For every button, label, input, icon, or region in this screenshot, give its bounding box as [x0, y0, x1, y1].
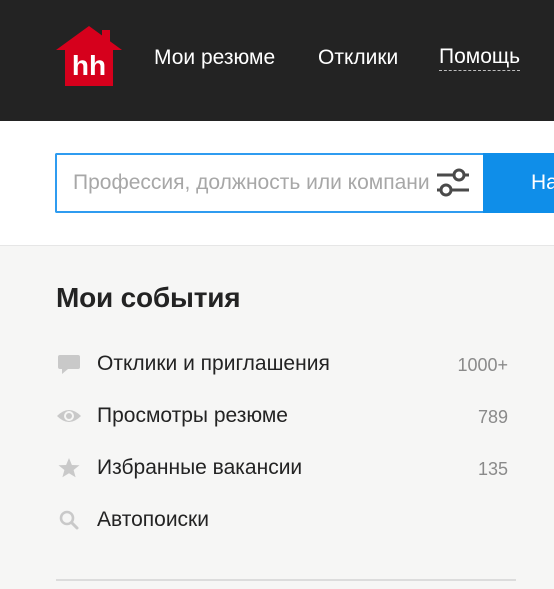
search-input[interactable] [73, 155, 429, 211]
search-box [55, 153, 483, 213]
event-item-resume-views[interactable]: Просмотры резюме 789 [56, 392, 510, 444]
eye-icon [56, 404, 82, 428]
events-list: Отклики и приглашения 1000+ Просмотры ре… [56, 340, 510, 548]
nav-help[interactable]: Помощь [439, 44, 521, 71]
magnifier-icon [56, 508, 82, 532]
event-label: Просмотры резюме [97, 404, 288, 427]
top-header: hh Мои резюме Отклики Помощь [0, 0, 554, 121]
house-logo-icon: hh [56, 26, 122, 86]
search-band [0, 121, 554, 246]
event-item-responses[interactable]: Отклики и приглашения 1000+ [56, 340, 510, 392]
hh-logo[interactable]: hh [56, 24, 122, 86]
search-button[interactable]: Найти [483, 153, 554, 213]
sliders-icon[interactable] [433, 165, 473, 201]
event-count: 789 [477, 407, 508, 427]
events-title: Мои события [56, 282, 241, 313]
speech-bubble-icon [56, 352, 82, 376]
event-label: Автопоиски [97, 508, 209, 531]
event-count: 1000+ [457, 355, 508, 375]
event-label: Отклики и приглашения [97, 352, 330, 375]
event-item-autosearches[interactable]: Автопоиски [56, 496, 510, 548]
event-item-favorite-vacancies[interactable]: Избранные вакансии 135 [56, 444, 510, 496]
star-icon [56, 456, 82, 480]
nav-my-resumes[interactable]: Мои резюме [154, 44, 275, 72]
search-button-wrapper: Найти [483, 153, 554, 213]
event-label: Избранные вакансии [97, 456, 303, 479]
nav-responses[interactable]: Отклики [318, 44, 398, 72]
logo-text: hh [72, 50, 106, 81]
event-count: 135 [477, 459, 508, 479]
section-divider [56, 579, 516, 581]
